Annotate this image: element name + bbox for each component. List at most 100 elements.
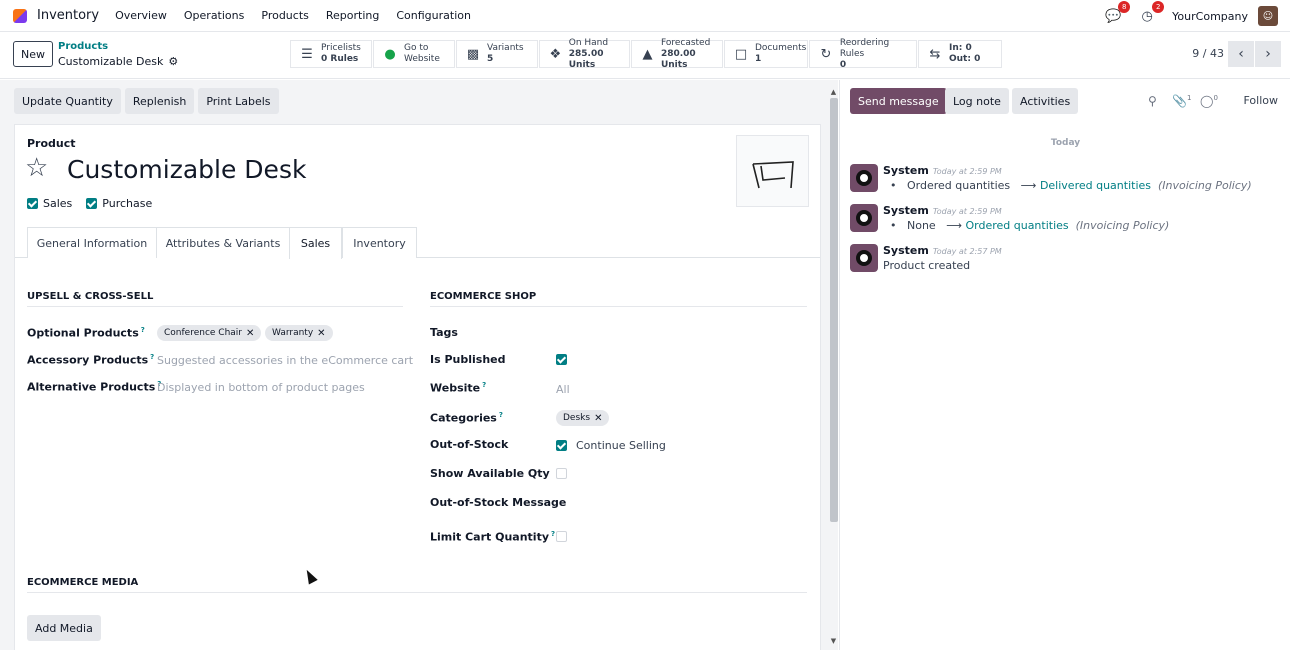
message-body: • None ⟶ Ordered quantities (Invoicing P…: [890, 219, 1170, 232]
pager-next-button[interactable]: ›: [1255, 41, 1281, 67]
out-of-stock-label: Out-of-Stock: [430, 438, 509, 451]
smart-button-documents[interactable]: □ Documents 1: [724, 40, 808, 68]
smart-label: Go to: [404, 43, 429, 53]
tab-inventory[interactable]: Inventory: [342, 227, 417, 258]
accessory-products-input[interactable]: Suggested accessories in the eCommerce c…: [157, 354, 413, 367]
tab-attributes-variants[interactable]: Attributes & Variants: [156, 227, 290, 258]
smart-button-in-out[interactable]: ⇆ In: 0 Out: 0: [918, 40, 1002, 68]
scroll-up-icon[interactable]: ▲: [829, 88, 838, 96]
smart-label: On Hand: [568, 37, 609, 48]
update-quantity-button[interactable]: Update Quantity: [14, 88, 121, 114]
menu-products[interactable]: Products: [261, 9, 309, 22]
menu-overview[interactable]: Overview: [115, 9, 167, 22]
smart-value: 5: [487, 54, 494, 64]
show-available-qty-checkbox[interactable]: [556, 468, 567, 479]
product-name-field[interactable]: Customizable Desk: [67, 155, 306, 184]
limit-cart-quantity-label-text: Limit Cart Quantity: [430, 530, 550, 544]
smart-button-on-hand[interactable]: ❖ On Hand 285.00 Units: [539, 37, 630, 70]
sales-checkbox-label: Sales: [43, 197, 73, 210]
print-labels-button[interactable]: Print Labels: [198, 88, 279, 114]
help-icon[interactable]: ?: [482, 381, 486, 389]
follow-button[interactable]: Follow: [1243, 94, 1278, 107]
new-button[interactable]: New: [13, 41, 53, 67]
messages-badge: 8: [1118, 1, 1131, 13]
remove-tag-icon[interactable]: ✕: [317, 328, 325, 339]
smart-button-website[interactable]: ● Go to Website: [373, 40, 455, 68]
app-name[interactable]: Inventory: [37, 8, 99, 23]
followers-icon[interactable]: ◯0: [1200, 94, 1218, 108]
search-icon[interactable]: ⚲: [1148, 94, 1157, 108]
message-body: Product created: [883, 259, 971, 272]
menu-configuration[interactable]: Configuration: [396, 9, 471, 22]
tag-conference-chair: Conference Chair ✕: [157, 325, 262, 341]
smart-value: 280.00 Units: [660, 48, 696, 70]
app-logo-icon[interactable]: [13, 8, 27, 23]
sitemap-icon: ▩: [466, 46, 480, 62]
website-select[interactable]: All: [556, 383, 570, 396]
form-sheet: Product ☆ Customizable Desk Sales Purcha…: [14, 124, 821, 650]
scroll-down-icon[interactable]: ▼: [829, 637, 838, 645]
smart-value: 0 Rules: [321, 54, 359, 64]
menu-operations[interactable]: Operations: [184, 9, 244, 22]
scrollbar-thumb[interactable]: [830, 98, 838, 522]
tracking-old-value: Ordered quantities: [906, 179, 1011, 192]
date-separator: Today: [1050, 138, 1081, 148]
activities-button[interactable]: Activities: [1012, 88, 1079, 114]
exchange-icon: ⇆: [929, 46, 941, 62]
product-image[interactable]: [736, 135, 809, 207]
smart-button-reordering-rules[interactable]: ↻ Reordering Rules 0: [809, 38, 917, 70]
smart-button-pricelists[interactable]: ☰ Pricelists 0 Rules: [290, 40, 372, 68]
continue-selling-checkbox[interactable]: [556, 440, 567, 451]
message-author-name: System: [883, 164, 929, 177]
menu-reporting[interactable]: Reporting: [326, 9, 379, 22]
pager-previous-button[interactable]: ‹: [1228, 41, 1254, 67]
send-message-button[interactable]: Send message: [850, 88, 947, 114]
pager-value[interactable]: 9 / 43: [1192, 47, 1224, 60]
tab-general-information[interactable]: General Information: [27, 227, 157, 258]
form-scrollbar[interactable]: ▲ ▼: [829, 88, 838, 648]
gear-icon[interactable]: ⚙: [168, 55, 178, 68]
message-author: System Today at 2:57 PM: [883, 244, 1002, 257]
alternative-products-label-text: Alternative Products: [27, 380, 156, 394]
tag-label: Conference Chair: [164, 328, 242, 338]
help-icon[interactable]: ?: [141, 326, 145, 334]
is-published-checkbox[interactable]: [556, 354, 567, 365]
star-icon[interactable]: ☆: [25, 153, 48, 183]
upsell-heading: UPSELL & CROSS-SELL: [27, 291, 154, 302]
sales-checkbox[interactable]: [27, 198, 38, 209]
smart-button-variants[interactable]: ▩ Variants 5: [456, 40, 538, 68]
paperclip-icon[interactable]: 📎1: [1172, 94, 1191, 108]
breadcrumb-products[interactable]: Products: [58, 41, 108, 52]
website-label: Website?: [430, 381, 486, 395]
breadcrumb-current-label: Customizable Desk: [58, 55, 164, 68]
chatter-panel: Send message Log note Activities ⚲ 📎1 ◯0…: [839, 80, 1290, 650]
remove-tag-icon[interactable]: ✕: [594, 413, 602, 424]
smart-label: Forecasted: [660, 37, 711, 48]
add-media-button[interactable]: Add Media: [27, 615, 101, 641]
ecommerce-shop-heading: ECOMMERCE SHOP: [430, 291, 537, 302]
help-icon[interactable]: ?: [551, 530, 555, 538]
limit-cart-quantity-checkbox[interactable]: [556, 531, 567, 542]
help-icon[interactable]: ?: [499, 411, 503, 419]
messages-icon[interactable]: 💬 8: [1104, 1, 1131, 25]
tracking-new-value: Delivered quantities: [1039, 179, 1151, 192]
attachments-count: 1: [1186, 94, 1192, 102]
accessory-products-label: Accessory Products?: [27, 353, 154, 367]
user-avatar[interactable]: ☺: [1258, 6, 1278, 26]
log-note-button[interactable]: Log note: [945, 88, 1009, 114]
purchase-checkbox[interactable]: [86, 198, 98, 209]
product-label: Product: [27, 137, 76, 150]
activities-clock-icon[interactable]: ◷ 2: [1138, 1, 1165, 25]
smart-button-forecasted[interactable]: ▲ Forecasted 280.00 Units: [631, 37, 723, 70]
tab-sales[interactable]: Sales: [289, 227, 342, 259]
website-label-text: Website: [430, 381, 481, 395]
smart-value: Website: [404, 54, 440, 64]
remove-tag-icon[interactable]: ✕: [246, 328, 254, 339]
help-icon[interactable]: ?: [150, 353, 154, 361]
globe-icon: ●: [384, 46, 396, 62]
followers-count: 0: [1213, 94, 1218, 102]
alternative-products-input[interactable]: Displayed in bottom of product pages: [157, 381, 365, 394]
replenish-button[interactable]: Replenish: [124, 88, 195, 114]
show-available-qty-label: Show Available Qty: [430, 467, 550, 480]
company-switcher[interactable]: YourCompany: [1172, 10, 1248, 23]
